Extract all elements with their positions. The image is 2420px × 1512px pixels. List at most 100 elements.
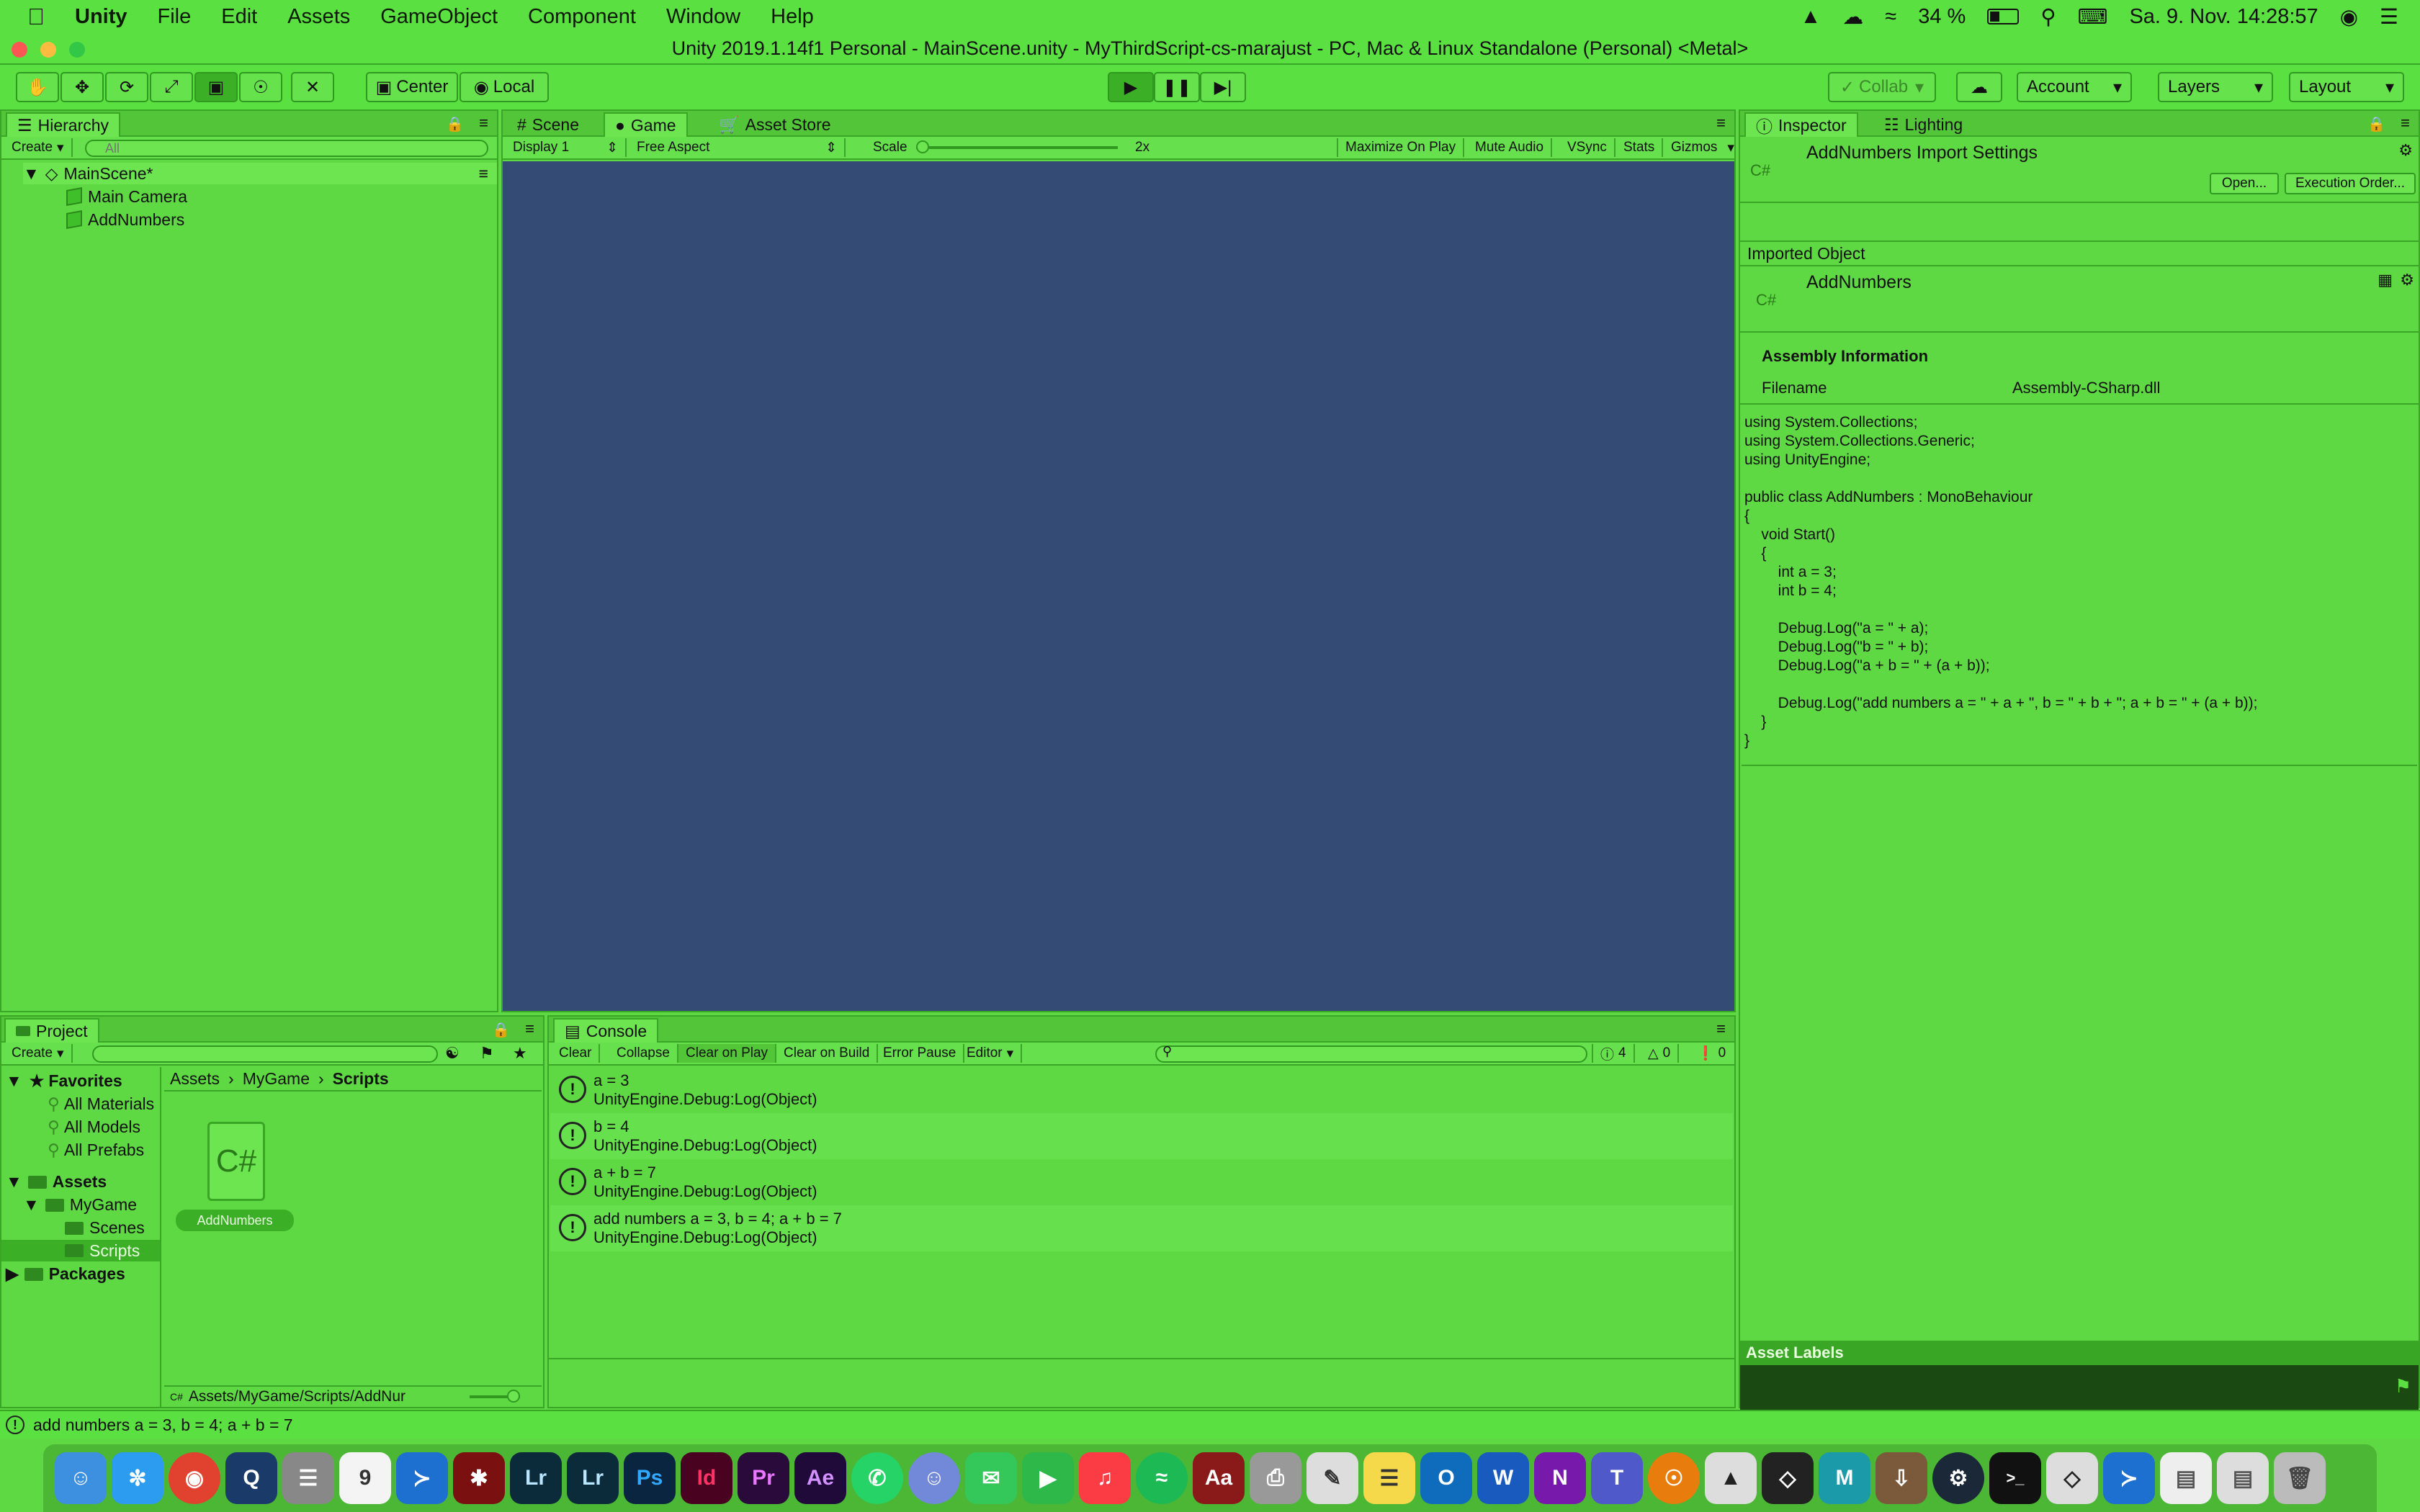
console-clear-button[interactable]: Clear: [552, 1044, 601, 1063]
fav-all-models[interactable]: ⚲ All Models: [48, 1117, 140, 1137]
cloud-button[interactable]: ☁: [1956, 72, 2002, 102]
lock-icon[interactable]: 🔒: [446, 115, 464, 133]
clock[interactable]: Sa. 9. Nov. 14:28:57: [2129, 5, 2318, 29]
script-icon[interactable]: ▦: [2378, 271, 2393, 289]
notification-center-icon[interactable]: ☰: [2380, 4, 2398, 30]
rotate-tool-button[interactable]: ⟳: [105, 72, 148, 102]
photoshop-icon[interactable]: Ps: [624, 1452, 676, 1504]
vscode-icon[interactable]: ≻: [396, 1452, 448, 1504]
terminal-icon[interactable]: >_: [1989, 1452, 2041, 1504]
stickies-icon[interactable]: ☰: [1363, 1452, 1415, 1504]
asset-file-addnumbers[interactable]: C# AddNumbers: [176, 1116, 298, 1246]
unity-icon[interactable]: ◇: [1762, 1452, 1814, 1504]
trash-icon[interactable]: 🗑: [2274, 1452, 2326, 1504]
facetime-icon[interactable]: ▶: [1022, 1452, 1074, 1504]
error-count-toggle[interactable]: ❗ 0: [1690, 1044, 1733, 1063]
account-dropdown[interactable]: Account ▾: [2017, 72, 2132, 102]
mute-audio-toggle[interactable]: Mute Audio: [1468, 138, 1553, 157]
pivot-local-button[interactable]: ◉ Local: [460, 72, 549, 102]
expand-arrow-icon[interactable]: ▼: [6, 1071, 22, 1091]
menu-gameobject[interactable]: GameObject: [380, 5, 498, 29]
battery-percent[interactable]: 34 %: [1918, 5, 1966, 29]
expand-arrow-icon[interactable]: ▼: [6, 1172, 22, 1192]
rect-tool-button[interactable]: ▣: [194, 72, 238, 102]
panel-menu-icon[interactable]: ≡: [525, 1020, 534, 1038]
console-clear-on-play-button[interactable]: Clear on Play: [678, 1044, 777, 1063]
panel-menu-icon[interactable]: ≡: [479, 114, 488, 132]
breadcrumb-scripts[interactable]: Scripts: [333, 1069, 389, 1089]
textedit-icon[interactable]: ✎: [1307, 1452, 1358, 1504]
vscode-secondary-icon[interactable]: ≻: [2103, 1452, 2155, 1504]
unity-hub-icon[interactable]: ▲: [1705, 1452, 1757, 1504]
fav-all-materials[interactable]: ⚲ All Materials: [48, 1094, 154, 1114]
maximize-window-button[interactable]: [69, 42, 85, 58]
spotlight-search-icon[interactable]: ⚲: [2040, 4, 2056, 30]
lightroom-icon[interactable]: Lr: [567, 1452, 619, 1504]
tag-icon[interactable]: ⚑: [2395, 1375, 2411, 1398]
scenes-folder-item[interactable]: Scenes: [65, 1218, 145, 1238]
assets-folder-item[interactable]: ▼ Assets: [6, 1172, 107, 1192]
dictionary-icon[interactable]: Aa: [1193, 1452, 1245, 1504]
calendar-icon[interactable]: 9: [339, 1452, 391, 1504]
project-search-input[interactable]: [92, 1045, 438, 1063]
onenote-icon[interactable]: N: [1534, 1452, 1586, 1504]
filter-label-icon[interactable]: ⚑: [480, 1044, 494, 1063]
aspect-dropdown[interactable]: Free Aspect ⇕: [629, 138, 846, 157]
menu-edit[interactable]: Edit: [221, 5, 257, 29]
stats-toggle[interactable]: Stats: [1616, 138, 1664, 157]
wifi-icon[interactable]: ≈: [1885, 5, 1896, 29]
safari-icon[interactable]: ✼: [112, 1452, 163, 1504]
execution-order-button[interactable]: Execution Order...: [2285, 173, 2416, 194]
notes-icon[interactable]: ☰: [282, 1452, 334, 1504]
scale-slider[interactable]: [915, 140, 1118, 153]
pause-button[interactable]: ❚❚: [1154, 72, 1200, 102]
layout-dropdown[interactable]: Layout ▾: [2289, 72, 2404, 102]
indesign-icon[interactable]: Id: [681, 1452, 732, 1504]
printer-icon[interactable]: ⎙: [1250, 1452, 1301, 1504]
breadcrumb-mygame[interactable]: MyGame: [243, 1069, 310, 1089]
menu-assets[interactable]: Assets: [287, 5, 350, 29]
scale-tool-button[interactable]: ⤢: [150, 72, 193, 102]
scripts-folder-item[interactable]: Scripts: [1, 1240, 160, 1261]
teams-icon[interactable]: T: [1591, 1452, 1643, 1504]
menu-help[interactable]: Help: [771, 5, 814, 29]
lightroom-classic-icon[interactable]: Lr: [510, 1452, 562, 1504]
messages-icon[interactable]: ✉: [965, 1452, 1017, 1504]
project-create-button[interactable]: Create ▾: [4, 1044, 73, 1063]
keyboard-icon[interactable]: ⌨: [2078, 4, 2108, 30]
pivot-center-button[interactable]: ▣ Center: [366, 72, 458, 102]
expand-arrow-icon[interactable]: ▼: [23, 1195, 40, 1215]
tab-scene[interactable]: # Scene: [507, 112, 589, 137]
display-dropdown[interactable]: Display 1 ⇕: [506, 138, 627, 157]
scene-root-item[interactable]: ▼ ◇ MainScene* ≡: [23, 163, 497, 184]
console-log-row[interactable]: ! b = 4 UnityEngine.Debug:Log(Object): [550, 1113, 1733, 1159]
icon-size-slider[interactable]: [470, 1390, 520, 1403]
settings-gear-icon[interactable]: ⚙: [2398, 141, 2413, 160]
outlook-icon[interactable]: O: [1420, 1452, 1472, 1504]
tab-inspector[interactable]: ⓘ Inspector: [1744, 112, 1858, 137]
hierarchy-create-button[interactable]: Create ▾: [4, 138, 73, 157]
tab-lighting[interactable]: ☷ Lighting: [1874, 112, 1973, 137]
music-icon[interactable]: ♫: [1079, 1452, 1131, 1504]
chrome-icon[interactable]: ◉: [169, 1452, 220, 1504]
tab-asset-store[interactable]: 🛒 Asset Store: [709, 112, 841, 137]
minimize-window-button[interactable]: [40, 42, 56, 58]
console-search-input[interactable]: [1155, 1045, 1587, 1063]
acrobat-icon[interactable]: ✱: [453, 1452, 505, 1504]
menu-window[interactable]: Window: [666, 5, 740, 29]
console-log-row[interactable]: ! add numbers a = 3, b = 4; a + b = 7 Uni…: [550, 1205, 1733, 1251]
tab-project[interactable]: Project: [4, 1018, 99, 1043]
console-log-row[interactable]: ! a = 3 UnityEngine.Debug:Log(Object): [550, 1067, 1733, 1113]
hierarchy-item-main-camera[interactable]: Main Camera: [66, 186, 187, 207]
game-view-viewport[interactable]: [503, 161, 1734, 1011]
filter-type-icon[interactable]: ☯: [445, 1044, 460, 1063]
lock-icon[interactable]: 🔒: [2367, 115, 2385, 133]
console-editor-dropdown[interactable]: Editor ▾: [959, 1044, 1023, 1063]
installer-icon[interactable]: ⇩: [1876, 1452, 1927, 1504]
slider-thumb[interactable]: [915, 140, 929, 153]
close-window-button[interactable]: [12, 42, 27, 58]
unity-status-icon[interactable]: ▲: [1801, 5, 1821, 29]
info-count-toggle[interactable]: ⓘ 4: [1592, 1044, 1635, 1063]
slider-thumb[interactable]: [507, 1390, 520, 1403]
blender-icon[interactable]: ☉: [1648, 1452, 1700, 1504]
